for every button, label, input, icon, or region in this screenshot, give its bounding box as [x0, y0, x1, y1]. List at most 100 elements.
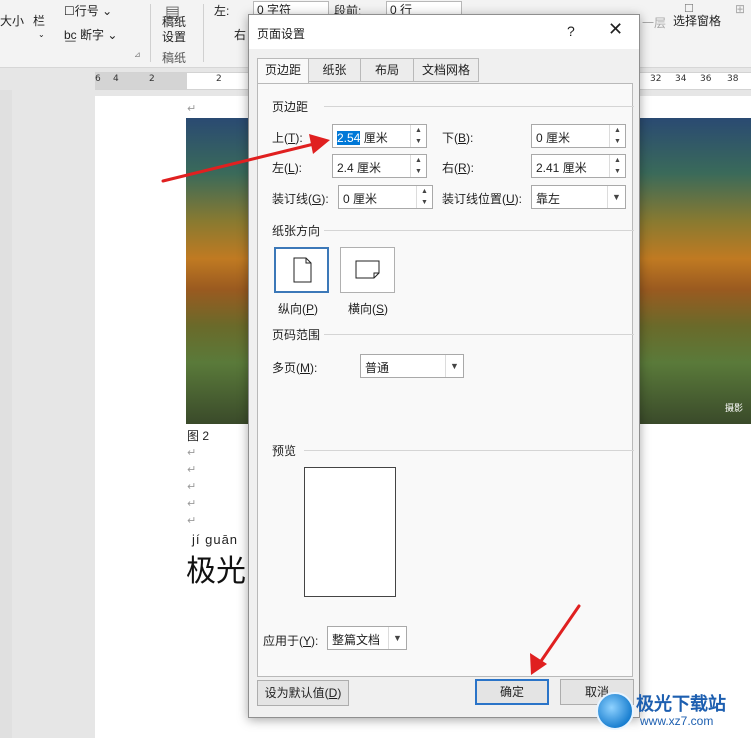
separator — [203, 4, 204, 62]
hyphenation-icon: b͟c — [64, 28, 77, 42]
close-icon[interactable]: ✕ — [608, 19, 623, 40]
section-divider — [304, 450, 634, 451]
ruler-margin — [95, 73, 187, 89]
chevron-down-icon[interactable]: ▼ — [607, 186, 625, 208]
portrait-option[interactable] — [274, 247, 329, 293]
landscape-label: 横向(S) — [348, 302, 389, 316]
tab-margins[interactable]: 页边距 — [257, 58, 309, 84]
ruler-tick: 32 — [650, 74, 662, 84]
tab-doc-grid[interactable]: 文档网格 — [413, 58, 479, 82]
ruler-tick: 38 — [727, 74, 739, 84]
ruler-tick: 6 — [95, 74, 101, 84]
apply-to-label: 应用于(Y): — [263, 634, 319, 648]
selection-pane-button[interactable]: 选择窗格 — [673, 12, 721, 29]
landscape-page-icon — [355, 260, 380, 279]
section-divider — [324, 230, 634, 231]
tab-paper[interactable]: 纸张 — [308, 58, 361, 82]
help-button[interactable]: ? — [567, 23, 575, 39]
indent-right-label: 右 — [234, 28, 247, 42]
gutter-position-select[interactable]: 靠左 ▼ — [531, 185, 626, 209]
site-watermark: 极光下载站 www.xz7.com — [592, 686, 751, 738]
ruler-tick: 2 — [216, 74, 222, 84]
portrait-label: 纵向(P) — [278, 302, 319, 316]
dialog-title: 页面设置 — [257, 27, 306, 41]
spin-up-icon[interactable]: ▲ — [411, 155, 426, 166]
indent-left-label: 左: — [214, 4, 230, 18]
pinyin-guide: jí guān — [192, 532, 239, 547]
apply-to-select[interactable]: 整篇文档 ▼ — [327, 626, 407, 650]
bottom-margin-input[interactable]: 0 厘米 ▲ ▼ — [531, 124, 626, 148]
spin-up-icon[interactable]: ▲ — [417, 186, 432, 197]
dialog-launcher-icon[interactable]: ⊿ — [134, 50, 141, 59]
size-button-label[interactable]: 大小 — [0, 12, 24, 29]
top-margin-spinner[interactable]: ▲ ▼ — [410, 125, 426, 147]
photo-credit: 摄影 — [724, 403, 743, 413]
heading-text: 极光 — [186, 554, 246, 589]
bottom-margin-label: 下(B): — [442, 131, 474, 145]
portrait-page-icon — [293, 257, 312, 283]
spin-down-icon[interactable]: ▼ — [417, 197, 432, 208]
left-margin-input[interactable]: 2.4 厘米 ▲ ▼ — [332, 154, 427, 178]
bottom-margin-spinner[interactable]: ▲ ▼ — [609, 125, 625, 147]
paragraph-mark: ↵ — [187, 481, 197, 493]
columns-button[interactable]: 栏 — [33, 12, 45, 29]
preview-section-title: 预览 — [272, 444, 297, 458]
spin-up-icon[interactable]: ▲ — [610, 125, 625, 136]
chevron-down-icon[interactable]: ▼ — [388, 627, 406, 649]
spin-up-icon[interactable]: ▲ — [411, 125, 426, 136]
draft-group-label: 稿纸 — [162, 51, 187, 65]
multiple-pages-label: 多页(M): — [272, 361, 318, 375]
spin-down-icon[interactable]: ▼ — [610, 166, 625, 177]
vertical-ruler[interactable] — [0, 90, 12, 738]
paragraph-mark: ↵ — [187, 515, 197, 527]
section-divider — [324, 334, 634, 335]
hyphenation-button[interactable]: b͟c 断字 ⌄ — [64, 26, 117, 43]
page-preview — [304, 467, 396, 597]
paragraph-mark: ↵ — [187, 498, 197, 510]
margins-section-title: 页边距 — [272, 100, 309, 114]
chevron-down-icon[interactable]: ▼ — [445, 355, 463, 377]
right-margin-input[interactable]: 2.41 厘米 ▲ ▼ — [531, 154, 626, 178]
site-logo-icon — [596, 692, 634, 730]
columns-dropdown-icon[interactable]: ⌄ — [38, 30, 45, 39]
ruler-tick: 36 — [700, 74, 712, 84]
line-numbers-button[interactable]: ☐行号 ⌄ — [64, 2, 112, 19]
gutter-spinner[interactable]: ▲ ▼ — [416, 186, 432, 208]
landscape-option[interactable] — [340, 247, 395, 293]
top-margin-selected-text: 2.54 — [337, 131, 361, 145]
ok-button[interactable]: 确定 — [475, 679, 549, 705]
left-margin-spinner[interactable]: ▲ ▼ — [410, 155, 426, 177]
right-margin-spinner[interactable]: ▲ ▼ — [609, 155, 625, 177]
pages-section-title: 页码范围 — [272, 328, 321, 342]
separator — [150, 4, 151, 62]
top-margin-label: 上(T): — [272, 131, 303, 145]
ruler-tick: 34 — [675, 74, 687, 84]
multiple-pages-select[interactable]: 普通 ▼ — [360, 354, 464, 378]
watermark-title: 极光下载站 — [636, 694, 726, 715]
spin-down-icon[interactable]: ▼ — [411, 166, 426, 177]
paragraph-mark: ↵ — [187, 447, 197, 459]
gutter-label: 装订线(G): — [272, 192, 329, 206]
gutter-position-label: 装订线位置(U): — [442, 192, 523, 206]
watermark-url: www.xz7.com — [640, 714, 714, 728]
paragraph-mark: ↵ — [187, 464, 197, 476]
ruler-tick: 2 — [149, 74, 155, 84]
right-margin-label: 右(R): — [442, 161, 475, 175]
left-margin-label: 左(L): — [272, 161, 303, 175]
align-icon[interactable]: ⊞ — [735, 2, 745, 16]
spin-down-icon[interactable]: ▼ — [610, 136, 625, 147]
draft-paper-label-bottom[interactable]: 设置 — [162, 28, 186, 45]
paragraph-mark: ↵ — [187, 103, 197, 115]
dialog-titlebar[interactable]: 页面设置 ? ✕ — [249, 15, 639, 49]
ruler-tick: 4 — [113, 74, 119, 84]
top-margin-input[interactable]: 2.54 厘米 ▲ ▼ — [332, 124, 427, 148]
gutter-input[interactable]: 0 厘米 ▲ ▼ — [338, 185, 433, 209]
spin-down-icon[interactable]: ▼ — [411, 136, 426, 147]
figure-caption: 图 2 — [187, 429, 210, 443]
top-margin-unit: 厘米 — [360, 131, 388, 145]
spin-up-icon[interactable]: ▲ — [610, 155, 625, 166]
set-default-button[interactable]: 设为默认值(D) — [257, 680, 349, 706]
section-divider — [324, 106, 634, 107]
bring-forward-label[interactable]: 一层 — [642, 14, 666, 31]
tab-layout[interactable]: 布局 — [360, 58, 414, 82]
